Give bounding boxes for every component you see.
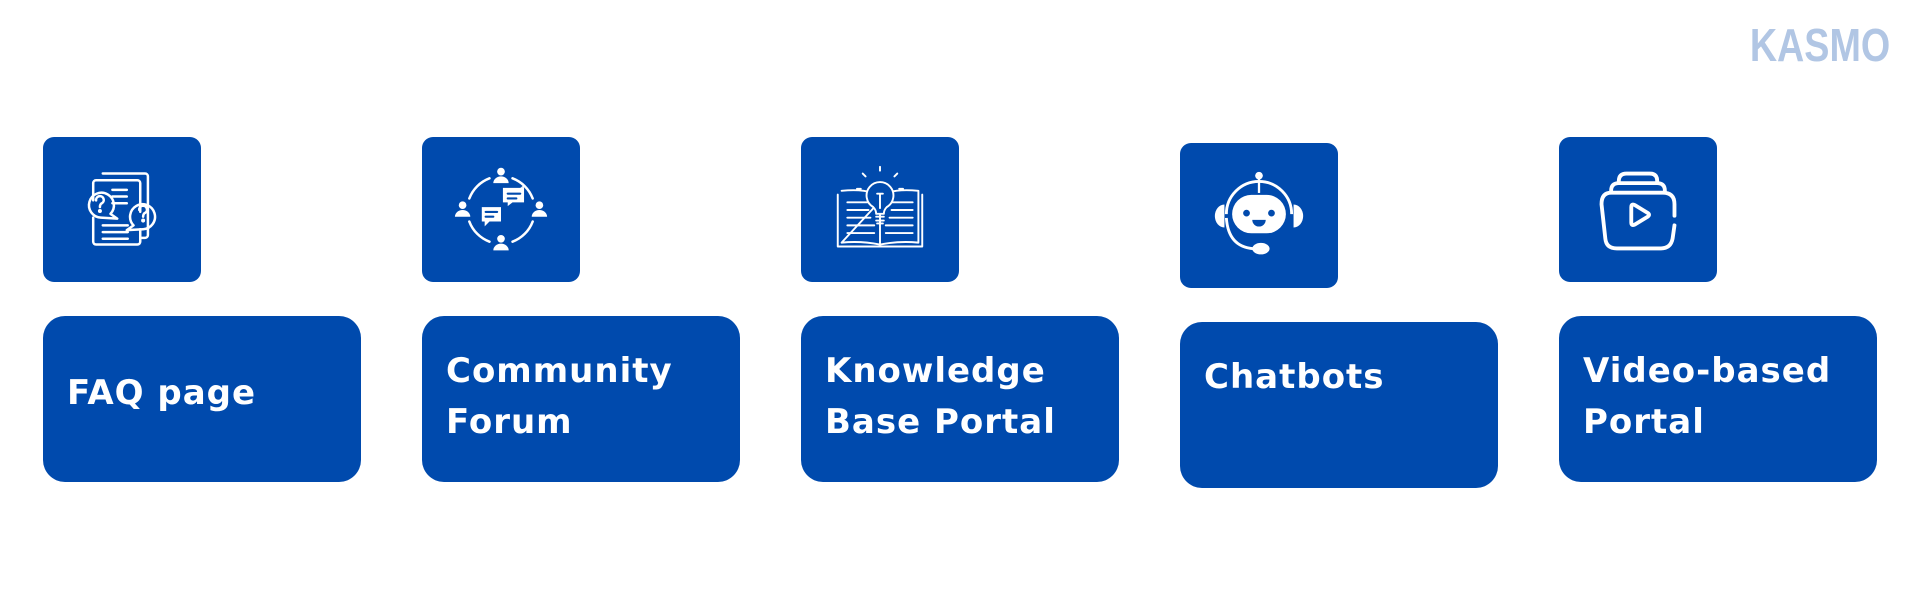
knowledge-book-lightbulb-icon (836, 165, 924, 247)
video-portal-label-box: Video-based Portal (1559, 316, 1877, 482)
kasmo-logo: KASMO (1749, 19, 1890, 71)
knowledge-base-icon-tile (801, 137, 959, 282)
faq-page-label: FAQ page (67, 373, 257, 413)
community-forum-label-box: Community Forum (422, 316, 740, 482)
video-portal-icon-tile (1559, 137, 1717, 282)
chatbots-label: Chatbots (1204, 357, 1385, 397)
chatbots-icon-tile (1180, 143, 1338, 288)
faq-page-label-box: FAQ page (43, 316, 361, 482)
faq-document-icon (87, 171, 157, 246)
knowledge-base-label-line-1: Knowledge (825, 351, 1046, 391)
chatbots-label-box: Chatbots (1180, 322, 1498, 488)
knowledge-base-label-box: Knowledge Base Portal (801, 316, 1119, 482)
video-portal-label-line-1: Video-based (1583, 351, 1832, 391)
faq-icon-tile (43, 137, 201, 282)
knowledge-base-label-line-2: Base Portal (825, 402, 1056, 442)
community-forum-icon (454, 167, 548, 250)
chatbot-headset-icon (1214, 171, 1304, 254)
community-forum-label-line-2: Forum (446, 402, 573, 442)
community-forum-icon-tile (422, 137, 580, 282)
video-portal-label-line-2: Portal (1583, 402, 1705, 442)
video-library-play-icon (1599, 171, 1677, 250)
community-forum-label-line-1: Community (446, 351, 673, 391)
